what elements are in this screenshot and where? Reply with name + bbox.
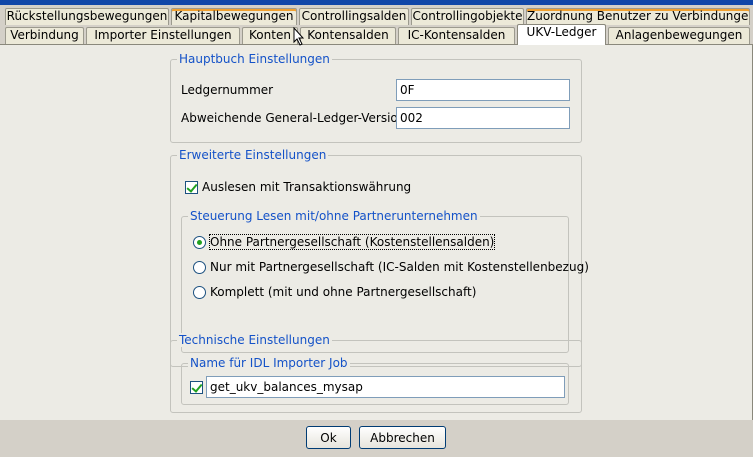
radio-nur-mit-partner-label[interactable]: Nur mit Partnergesellschaft (IC-Salden m… <box>210 260 589 274</box>
version-label: Abweichende General-Ledger-Version <box>181 111 406 125</box>
tab-ukv-ledger[interactable]: UKV-Ledger <box>517 24 606 45</box>
ok-button[interactable]: Ok <box>306 426 351 449</box>
radio-komplett[interactable] <box>193 286 206 299</box>
tab-content-panel: Hauptbuch Einstellungen Ledgernummer Abw… <box>0 45 753 420</box>
tab-strip-divider <box>0 44 753 45</box>
mouse-cursor-icon <box>293 27 305 46</box>
tab-zuordnung-benutzer[interactable]: Zuordnung Benutzer zu Verbindungen <box>526 8 750 25</box>
job-name-input[interactable] <box>206 376 565 398</box>
job-group-title: Name für IDL Importer Job <box>188 356 350 370</box>
radio-ohne-partner[interactable] <box>193 236 206 249</box>
transaktion-checkbox[interactable] <box>185 181 198 194</box>
version-input[interactable] <box>396 107 570 129</box>
window-top-border <box>0 0 753 5</box>
tab-anlagenbewegungen[interactable]: Anlagenbewegungen <box>608 27 750 44</box>
steuerung-title: Steuerung Lesen mit/ohne Partnerunterneh… <box>188 209 480 223</box>
ledgernummer-label: Ledgernummer <box>181 83 274 97</box>
tab-rueckstellungsbewegungen[interactable]: Rückstellungsbewegungen <box>5 8 169 25</box>
tab-kapitalbewegungen[interactable]: Kapitalbewegungen <box>171 8 297 25</box>
job-checkbox[interactable] <box>190 381 203 394</box>
tab-kontensalden[interactable]: Kontensalden <box>300 27 396 44</box>
hauptbuch-title: Hauptbuch Einstellungen <box>177 52 332 66</box>
cancel-button[interactable]: Abbrechen <box>359 426 446 449</box>
technisch-title: Technische Einstellungen <box>177 333 332 347</box>
tab-konten[interactable]: Konten <box>242 27 298 44</box>
tab-importer-einstellungen[interactable]: Importer Einstellungen <box>86 27 240 44</box>
hauptbuch-group: Hauptbuch Einstellungen <box>170 52 582 143</box>
erweitert-title: Erweiterte Einstellungen <box>177 148 329 162</box>
tab-controllingobjekte[interactable]: Controllingobjekte <box>411 8 524 25</box>
ledgernummer-input[interactable] <box>396 79 570 101</box>
tab-verbindung[interactable]: Verbindung <box>5 27 84 44</box>
radio-nur-mit-partner[interactable] <box>193 261 206 274</box>
radio-komplett-label[interactable]: Komplett (mit und ohne Partnergesellscha… <box>210 285 476 299</box>
radio-ohne-partner-label[interactable]: Ohne Partnergesellschaft (Kostenstellens… <box>208 234 496 250</box>
transaktion-label[interactable]: Auslesen mit Transaktionswährung <box>202 180 411 194</box>
tab-controllingsalden[interactable]: Controllingsalden <box>299 8 409 25</box>
tab-ic-kontensalden[interactable]: IC-Kontensalden <box>398 27 515 44</box>
